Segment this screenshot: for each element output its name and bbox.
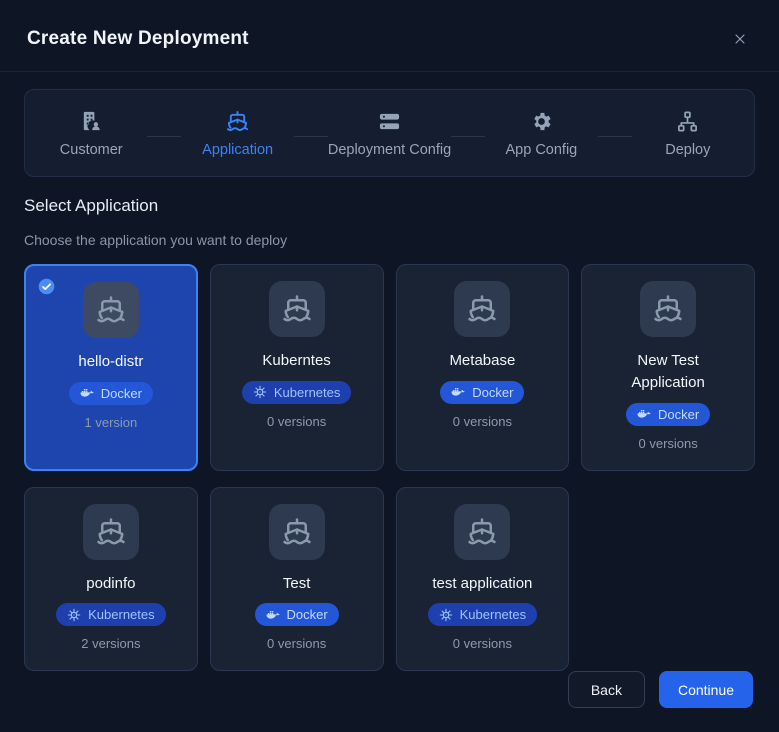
runtime-label: Docker [100, 385, 142, 401]
step-label: Deployment Config [327, 142, 452, 158]
app-ship-icon [82, 503, 139, 560]
runtime-badge: Docker [440, 380, 525, 404]
step-connector [293, 136, 328, 137]
step-label: App Config [505, 142, 578, 158]
app-name: test application [432, 574, 533, 592]
app-card-test-application[interactable]: test application Kubernetes 0 versions [395, 486, 570, 672]
runtime-badge: Kubernetes [241, 380, 352, 404]
step-connector [147, 136, 182, 137]
sitemap-icon [676, 110, 699, 133]
runtime-label: Docker [658, 406, 700, 422]
app-name: Metabase [449, 352, 516, 369]
kubernetes-helm-icon [67, 608, 81, 622]
step-label: Customer [59, 142, 123, 158]
app-card-hello-distr[interactable]: hello-distr Docker 1 version [24, 264, 198, 471]
app-versions: 0 versions [452, 413, 512, 429]
section-subtitle: Choose the application you want to deplo… [24, 232, 288, 248]
app-ship-icon [268, 281, 325, 337]
app-ship-icon [82, 282, 139, 338]
app-card-new-test-application[interactable]: New Test Application Docker 0 versions [581, 264, 755, 471]
modal-header: Create New Deployment [0, 0, 779, 72]
runtime-label: Kubernetes [273, 384, 341, 400]
app-name: Test [282, 574, 311, 592]
docker-whale-icon [80, 386, 94, 400]
create-deployment-modal: Create New Deployment Customer Applicatio… [0, 0, 779, 709]
step-label: Application [202, 142, 274, 158]
ship-icon [226, 110, 249, 133]
app-versions: 1 version [84, 414, 138, 430]
modal-title: Create New Deployment [27, 28, 249, 49]
step-deploy[interactable]: Deploy [632, 110, 744, 158]
runtime-label: Kubernetes [88, 607, 155, 623]
back-button[interactable]: Back [567, 671, 645, 709]
kubernetes-helm-icon [253, 385, 267, 399]
app-card-podinfo[interactable]: podinfo Kubernetes 2 versions [24, 486, 198, 672]
step-app-config[interactable]: App Config [485, 110, 597, 158]
runtime-badge: Docker [68, 381, 153, 405]
runtime-badge: Docker [254, 603, 339, 627]
app-name: New Test Application [631, 352, 705, 391]
app-card-metabase[interactable]: Metabase Docker 0 versions [395, 264, 570, 471]
runtime-label: Kubernetes [459, 607, 527, 623]
docker-whale-icon [451, 385, 465, 399]
app-name: podinfo [86, 574, 136, 592]
kubernetes-helm-icon [439, 608, 453, 622]
runtime-badge: Docker [626, 402, 711, 426]
app-versions: 0 versions [638, 435, 698, 451]
step-deployment-config[interactable]: Deployment Config [328, 110, 451, 158]
runtime-label: Docker [286, 607, 328, 623]
app-versions: 0 versions [267, 413, 327, 429]
app-versions: 0 versions [452, 636, 512, 652]
step-connector [451, 136, 486, 137]
app-card-kuberntes[interactable]: Kuberntes Kubernetes 0 versions [209, 264, 384, 471]
runtime-badge: Kubernetes [56, 603, 166, 627]
building-user-icon [80, 110, 103, 133]
close-icon[interactable] [729, 28, 751, 50]
step-label: Deploy [665, 142, 711, 158]
wizard-stepper: Customer Application Deployment Config App … [24, 89, 755, 177]
runtime-label: Docker [472, 384, 514, 400]
app-ship-icon [454, 281, 511, 337]
section-title: Select Application [24, 196, 159, 215]
server-icon [378, 110, 401, 133]
selected-check-icon [38, 278, 55, 295]
app-ship-icon [640, 281, 697, 337]
docker-whale-icon [637, 407, 651, 421]
app-name: hello-distr [78, 353, 144, 370]
modal-content: Customer Application Deployment Config App … [0, 72, 779, 672]
app-ship-icon [268, 503, 325, 560]
continue-button[interactable]: Continue [658, 671, 753, 709]
docker-whale-icon [266, 608, 280, 622]
modal-footer: Back Continue [0, 671, 779, 732]
step-customer[interactable]: Customer [35, 110, 147, 158]
app-ship-icon [454, 503, 511, 560]
application-grid: hello-distr Docker 1 version Kuberntes Kuber… [24, 264, 755, 672]
step-application[interactable]: Application [181, 110, 293, 158]
app-name: Kuberntes [262, 352, 331, 369]
app-card-test[interactable]: Test Docker 0 versions [209, 486, 384, 672]
gear-icon [530, 110, 553, 133]
app-versions: 0 versions [267, 636, 327, 652]
app-versions: 2 versions [81, 636, 141, 652]
runtime-badge: Kubernetes [427, 603, 538, 627]
step-connector [597, 136, 632, 137]
